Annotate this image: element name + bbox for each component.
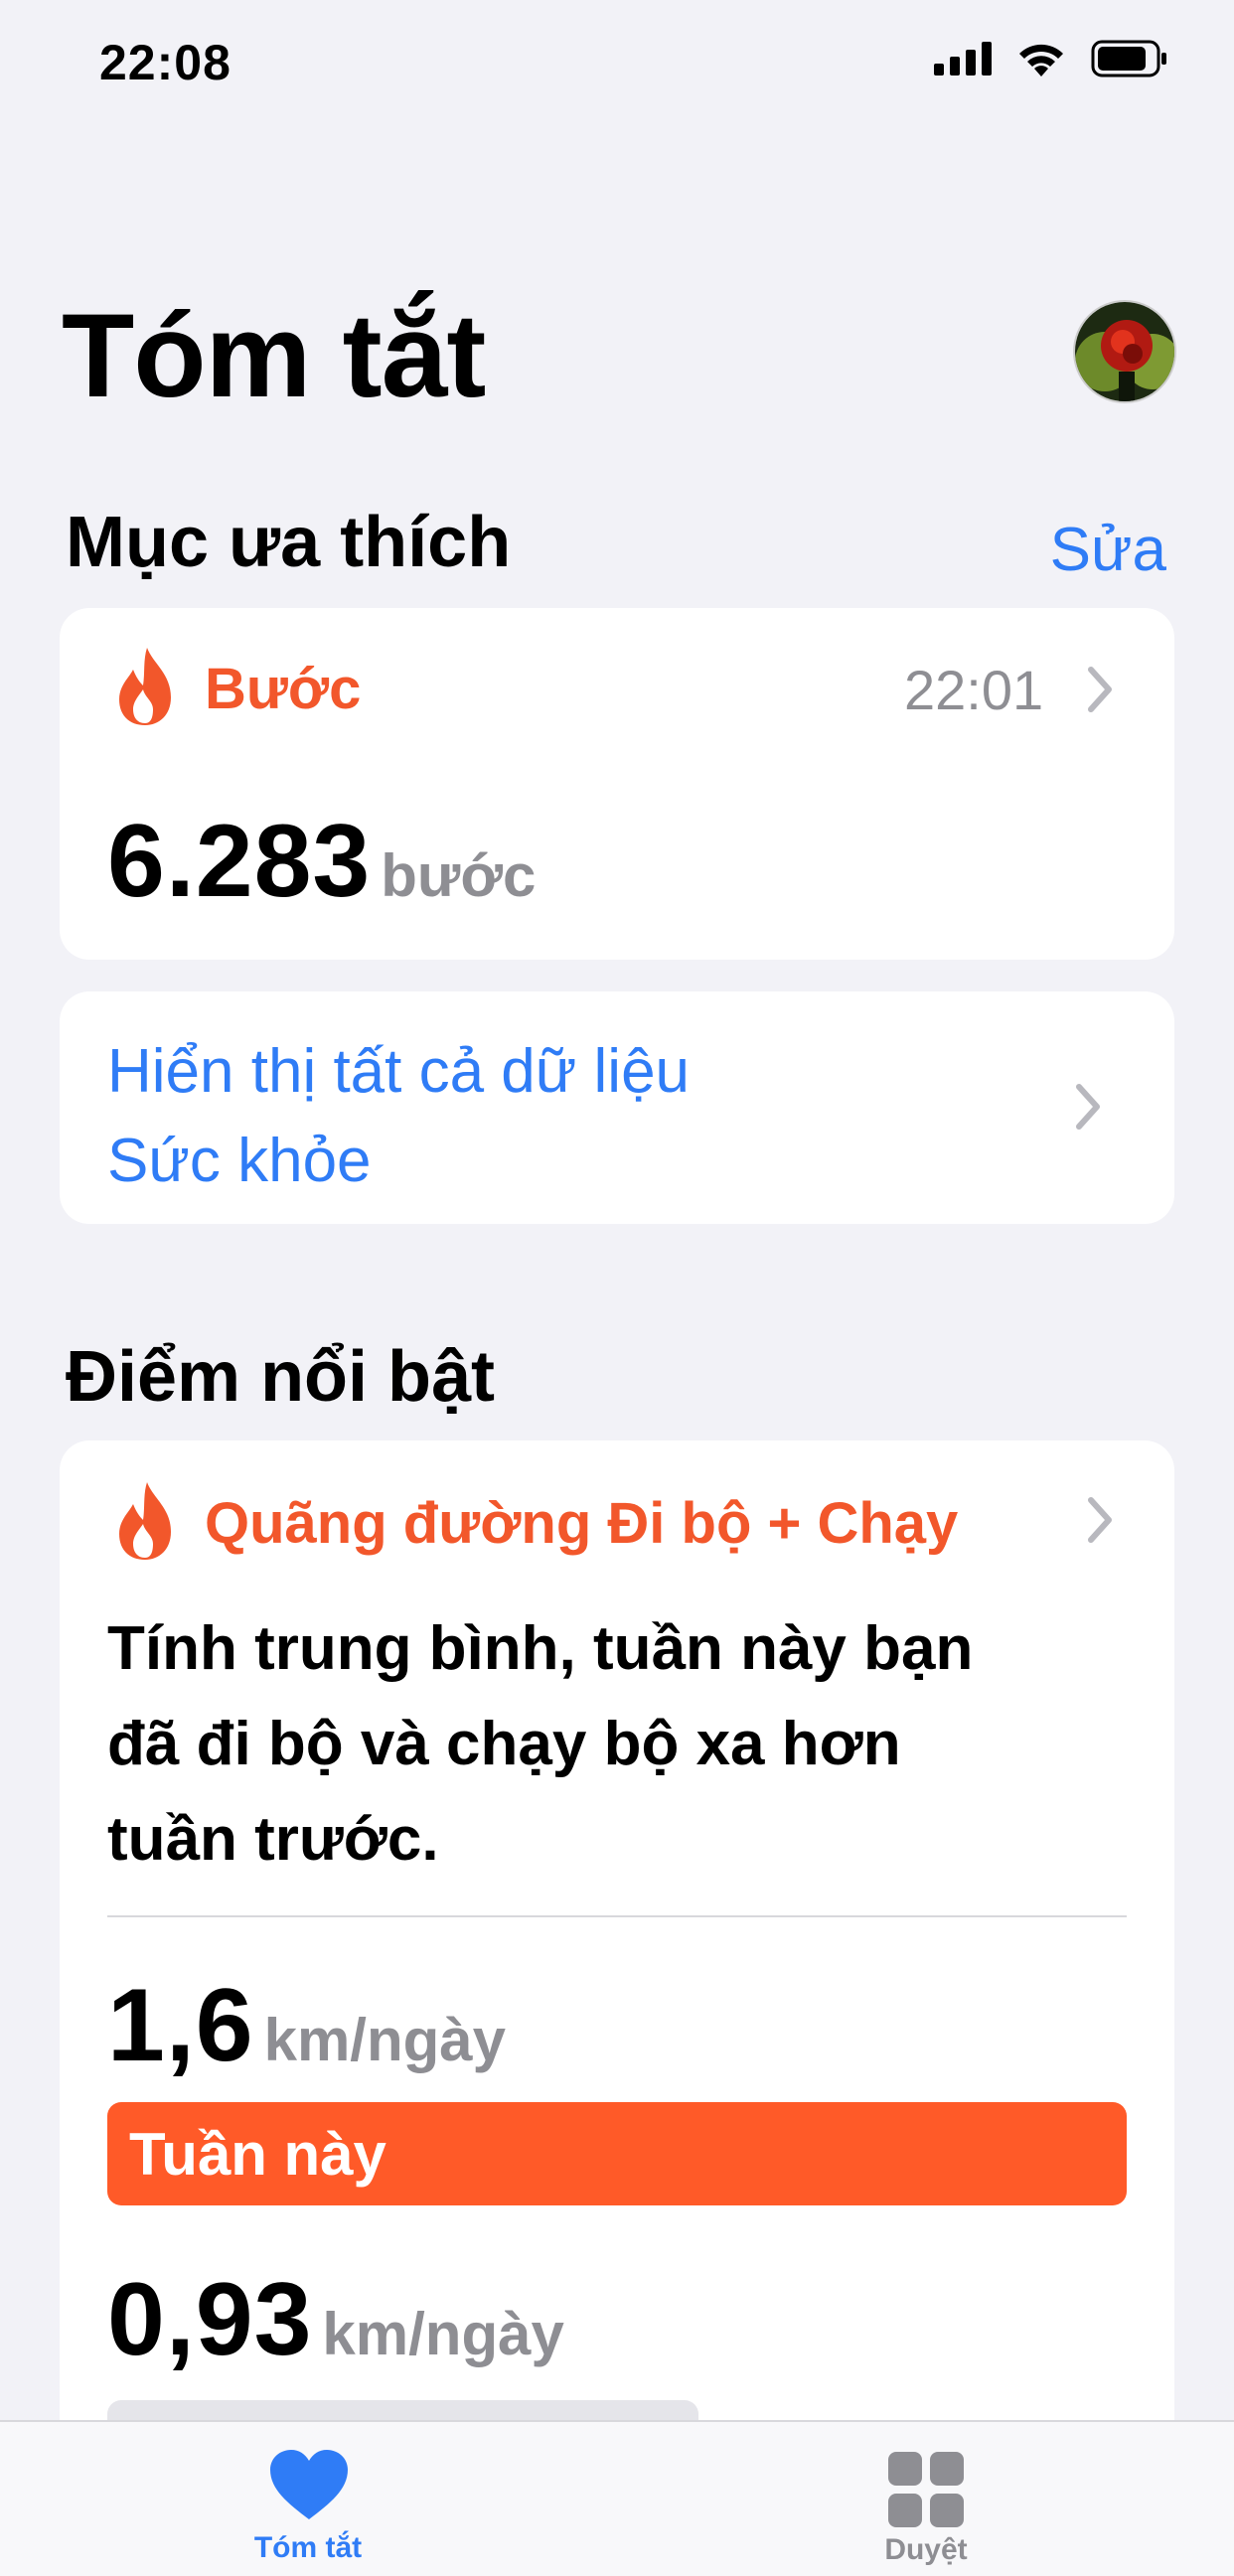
avatar[interactable] [1073,300,1176,403]
flame-icon [119,648,171,725]
this-week-bar: Tuần này [107,2102,1127,2205]
steps-value: 6.283 [107,804,372,919]
highlight-title: Quãng đường Đi bộ + Chạy [205,1491,959,1556]
chevron-right-icon [1088,1497,1112,1543]
this-week-value: 1,6 [107,1968,254,2083]
highlights-heading: Điểm nổi bật [66,1337,496,1417]
status-icons [934,40,1168,77]
status-time: 22:08 [99,35,231,90]
tab-browse[interactable]: Duyệt [827,2422,1025,2576]
tab-browse-label: Duyệt [884,2533,968,2566]
chevron-right-icon [1088,667,1112,712]
favorites-heading: Mục ưa thích [66,503,512,582]
tab-summary-label: Tóm tắt [253,2531,363,2564]
highlight-description-line: tuần trước. [107,1805,439,1874]
cellular-signal-icon [934,42,992,76]
flame-icon [119,1482,171,1560]
show-all-line2: Sức khỏe [107,1127,372,1195]
highlight-description-line: Tính trung bình, tuần này bạn [107,1614,974,1683]
tab-bar: Tóm tắt Duyệt [0,2420,1234,2576]
last-week-value: 0,93 [107,2262,313,2377]
heart-icon [270,2450,348,2519]
highlight-description-line: đã đi bộ và chạy bộ xa hơn [107,1710,901,1778]
page-title: Tóm tắt [62,289,486,422]
walking-running-distance-card[interactable]: Quãng đường Đi bộ + Chạy Tính trung bình… [60,1440,1174,2503]
show-all-health-data-button[interactable]: Hiển thị tất cả dữ liệu Sức khỏe [60,991,1174,1224]
this-week-label: Tuần này [129,2121,386,2188]
avatar-image [1075,302,1174,401]
wifi-icon [1019,44,1063,76]
show-all-line1: Hiển thị tất cả dữ liệu [107,1037,691,1106]
grid-icon [888,2452,964,2527]
steps-title: Bước [205,657,362,721]
last-week-unit: km/ngày [322,2301,564,2367]
steps-unit: bước [381,842,537,909]
chevron-right-icon [1076,1084,1100,1130]
steps-time: 22:01 [904,659,1044,721]
steps-card[interactable]: Bước 22:01 6.283 bước [60,608,1174,960]
divider [107,1915,1127,1917]
this-week-unit: km/ngày [263,2007,507,2073]
edit-button[interactable]: Sửa [1050,515,1166,585]
tab-summary[interactable]: Tóm tắt [209,2422,407,2576]
battery-icon [1091,40,1166,77]
